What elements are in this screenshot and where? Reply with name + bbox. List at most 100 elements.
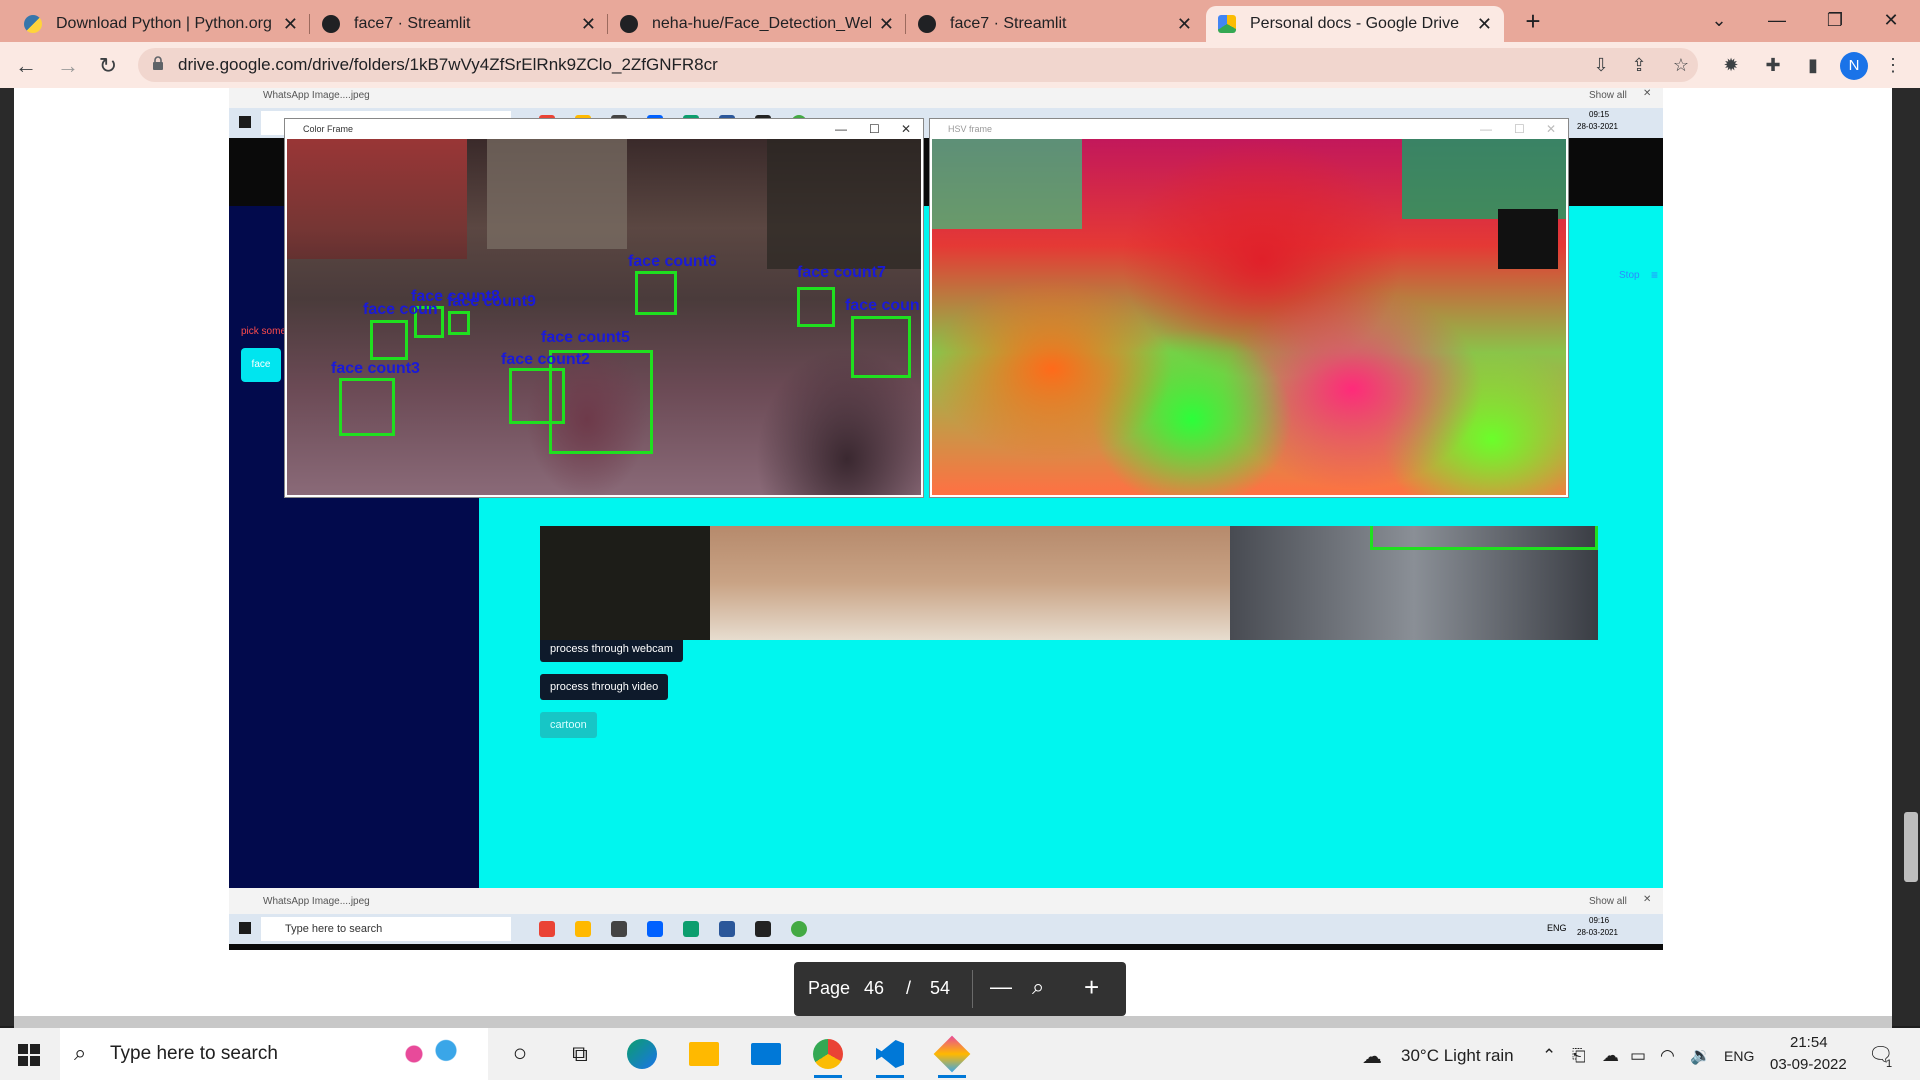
battery-icon[interactable]: ▭ [1630, 1046, 1646, 1066]
mini-dropbox-icon [647, 921, 663, 937]
cv-close-icon: ✕ [1546, 122, 1557, 136]
new-tab-button[interactable]: + [1518, 6, 1548, 36]
mini-taskbar-bottom: Type here to search ENG 09:16 28-03-2021 [229, 914, 1663, 944]
share-icon[interactable]: ⇪ [1624, 50, 1654, 80]
zoom-in-button[interactable]: + [1084, 972, 1099, 1003]
minimize-button[interactable]: — [1748, 0, 1806, 40]
crowd-hsv-image [932, 139, 1566, 495]
close-tab-icon[interactable]: ✕ [1477, 14, 1492, 35]
face-label: face count7 [797, 264, 886, 281]
language-indicator[interactable]: ENG [1724, 1048, 1754, 1064]
close-tab-icon[interactable]: ✕ [581, 14, 596, 35]
forward-arrow-icon[interactable]: → [52, 50, 84, 82]
process-video-button: process through video [540, 674, 669, 700]
extension-bug-icon[interactable]: ✹ [1716, 50, 1746, 80]
tab-streamlit-2[interactable]: face7 · Streamlit ✕ [906, 6, 1204, 42]
mini-search-text: Type here to search [285, 923, 383, 935]
sidebar-text: pick some [241, 326, 287, 337]
page-separator: / [906, 978, 912, 998]
network-icon[interactable]: ◠ [1660, 1046, 1675, 1066]
tab-search-chevron-icon[interactable]: ⌄ [1690, 0, 1748, 40]
tray-device-icon[interactable]: ⎗ [1572, 1046, 1586, 1066]
face-box [797, 287, 835, 327]
hsv-frame-window: HSV frame — ☐ ✕ [929, 118, 1569, 498]
chrome-icon[interactable] [810, 1036, 846, 1078]
volume-icon[interactable]: 🔉 [1690, 1046, 1711, 1066]
weather-cloud-icon[interactable]: ☁ [1362, 1044, 1382, 1069]
color-frame-title: Color Frame [303, 124, 354, 134]
taskbar-search-text: Type here to search [110, 1043, 278, 1064]
app-icon[interactable] [933, 1035, 971, 1078]
cortana-icon[interactable]: ○ [502, 1036, 538, 1072]
task-view-icon[interactable]: ⧉ [562, 1036, 598, 1072]
browser-toolbar: ← → ↻ drive.google.com/drive/folders/1kB… [0, 42, 1920, 88]
scrollbar-thumb[interactable] [1904, 812, 1918, 882]
zoom-magnifier-icon[interactable]: ⌕ [1032, 974, 1044, 1000]
tab-streamlit-1[interactable]: face7 · Streamlit ✕ [310, 6, 608, 42]
close-tab-icon[interactable]: ✕ [879, 14, 894, 35]
hummingbird-icon [390, 1036, 470, 1072]
tab-github[interactable]: neha-hue/Face_Detection_WebA ✕ [608, 6, 906, 42]
face-label: face count5 [541, 329, 630, 346]
mini-lang: ENG [1547, 923, 1567, 933]
tab-title: face7 · Streamlit [950, 15, 1067, 32]
lock-icon [153, 56, 163, 70]
embedded-screenshot: WhatsApp Image....jpeg Show all ✕ Type h… [229, 88, 1663, 950]
search-icon: ⌕ [74, 1040, 87, 1065]
face-box [635, 271, 677, 315]
total-pages: 54 [930, 978, 951, 998]
vscode-icon[interactable] [872, 1036, 908, 1078]
weather-text[interactable]: 30°C Light rain [1401, 1046, 1514, 1066]
taskbar-search-box[interactable]: ⌕ Type here to search [60, 1028, 488, 1080]
python-favicon-icon [24, 15, 42, 33]
tab-python[interactable]: Download Python | Python.org ✕ [12, 6, 310, 42]
mini-word-icon [719, 921, 735, 937]
edge-icon[interactable] [624, 1036, 660, 1072]
reload-icon[interactable]: ↻ [92, 50, 124, 82]
google-drive-favicon-icon [1218, 15, 1236, 33]
cv-close-icon: ✕ [901, 122, 912, 136]
clock-date[interactable]: 03-09-2022 [1770, 1056, 1847, 1073]
tab-google-drive[interactable]: Personal docs - Google Drive ✕ [1206, 6, 1504, 42]
mini-show-all: Show all [1589, 90, 1627, 101]
mini-windows-icon [239, 116, 251, 128]
address-bar[interactable]: drive.google.com/drive/folders/1kB7wVy4Z… [138, 48, 1698, 82]
file-explorer-icon[interactable] [686, 1036, 722, 1072]
back-arrow-icon[interactable]: ← [10, 50, 42, 82]
windows-start-icon[interactable] [18, 1044, 40, 1066]
mini-terminal-icon [755, 921, 771, 937]
horizontal-scrollbar[interactable] [14, 1016, 1892, 1028]
side-panel-icon[interactable]: ▮ [1798, 50, 1828, 80]
crowd-color-image: face count6 face count7 face count8 face… [287, 139, 921, 495]
bookmark-star-icon[interactable]: ☆ [1666, 50, 1696, 80]
clock-time[interactable]: 21:54 [1790, 1034, 1828, 1051]
github-favicon-icon [620, 15, 638, 33]
close-tab-icon[interactable]: ✕ [1177, 14, 1192, 35]
face-label: face coun [845, 297, 920, 314]
mini-download-file: WhatsApp Image....jpeg [263, 90, 370, 101]
mini-date: 28-03-2021 [1577, 122, 1618, 131]
zoom-out-button[interactable]: — [990, 974, 1012, 1000]
face-box [448, 311, 470, 335]
onedrive-icon[interactable]: ☁ [1602, 1046, 1619, 1066]
close-tab-icon[interactable]: ✕ [283, 14, 298, 35]
mini-date: 28-03-2021 [1577, 928, 1618, 937]
hamburger-icon: ≡ [1651, 268, 1659, 282]
close-window-button[interactable]: ✕ [1862, 0, 1920, 40]
mini-show-all: Show all [1589, 896, 1627, 907]
current-page-input[interactable]: 46 [864, 978, 884, 999]
tab-title: Personal docs - Google Drive [1250, 15, 1459, 32]
profile-avatar[interactable]: N [1840, 52, 1868, 80]
divider [972, 970, 973, 1008]
mini-download-bar: WhatsApp Image....jpeg Show all ✕ [229, 88, 1663, 108]
show-hidden-icons-chevron-icon[interactable]: ⌃ [1542, 1046, 1556, 1066]
mail-icon[interactable] [748, 1036, 784, 1072]
extensions-puzzle-icon[interactable]: ✚ [1758, 50, 1788, 80]
cartoon-button: cartoon [540, 712, 597, 738]
tab-strip: Download Python | Python.org ✕ face7 · S… [0, 0, 1920, 42]
install-app-icon[interactable]: ⇩ [1586, 50, 1616, 80]
mini-close-icon: ✕ [1643, 88, 1652, 99]
restore-button[interactable]: ❐ [1806, 0, 1864, 40]
chrome-menu-icon[interactable]: ⋮ [1878, 50, 1908, 80]
face-label: face count2 [501, 351, 590, 368]
